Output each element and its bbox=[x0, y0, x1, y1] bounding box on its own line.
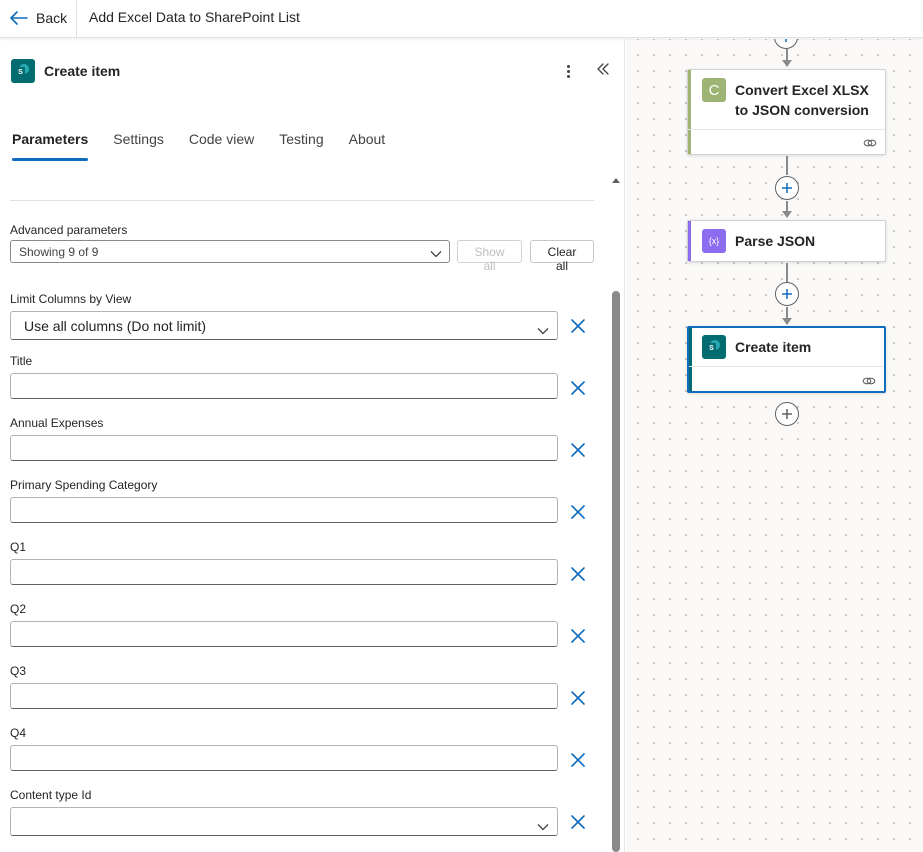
remove-parameter-icon[interactable] bbox=[570, 566, 586, 582]
parameters-scroll-area: Advanced parameters Showing 9 of 9 Show … bbox=[0, 166, 624, 852]
topbar-divider bbox=[76, 0, 77, 38]
panel-title: Create item bbox=[44, 63, 121, 79]
flow-title: Add Excel Data to SharePoint List bbox=[89, 9, 300, 25]
primary-spending-category-field[interactable] bbox=[10, 497, 558, 523]
tab-parameters[interactable]: Parameters bbox=[12, 131, 89, 161]
connector-arrow bbox=[782, 318, 792, 325]
tab-about[interactable]: About bbox=[349, 131, 386, 161]
advanced-parameters-dropdown[interactable]: Showing 9 of 9 bbox=[10, 240, 450, 263]
remove-parameter-icon[interactable] bbox=[570, 752, 586, 768]
field-label-content-type-id: Content type Id bbox=[10, 788, 92, 802]
q4-field[interactable] bbox=[10, 745, 558, 771]
field-label-q2: Q2 bbox=[10, 602, 27, 616]
tab-settings[interactable]: Settings bbox=[113, 131, 164, 161]
field-label-limit-columns: Limit Columns by View bbox=[10, 292, 132, 306]
tab-code-view[interactable]: Code view bbox=[189, 131, 254, 161]
advanced-parameters-value: Showing 9 of 9 bbox=[19, 245, 99, 259]
annual-expenses-field[interactable] bbox=[10, 435, 558, 461]
field-label-annual-expenses: Annual Expenses bbox=[10, 416, 104, 430]
remove-parameter-icon[interactable] bbox=[570, 690, 586, 706]
more-options-icon[interactable] bbox=[561, 61, 575, 81]
q2-field[interactable] bbox=[10, 621, 558, 647]
field-label-q4: Q4 bbox=[10, 726, 27, 740]
sharepoint-icon: S bbox=[11, 59, 35, 83]
connector-arrow bbox=[782, 211, 792, 218]
add-step-button[interactable] bbox=[775, 282, 799, 306]
chevron-down-icon bbox=[430, 247, 442, 261]
card-title: Create item bbox=[735, 339, 812, 355]
svg-text:S: S bbox=[709, 345, 714, 352]
card-footer bbox=[689, 366, 884, 393]
top-bar: Back Add Excel Data to SharePoint List bbox=[0, 0, 923, 38]
advanced-parameters-label: Advanced parameters bbox=[10, 223, 128, 237]
link-icon bbox=[862, 374, 876, 392]
remove-parameter-icon[interactable] bbox=[570, 442, 586, 458]
connector-line bbox=[786, 156, 788, 175]
collapse-panel-icon[interactable] bbox=[596, 62, 610, 81]
chevron-down-icon bbox=[537, 818, 549, 834]
panel-tabs: Parameters Settings Code view Testing Ab… bbox=[12, 131, 410, 161]
remove-parameter-icon[interactable] bbox=[570, 504, 586, 520]
link-icon bbox=[863, 136, 877, 154]
scrollbar[interactable] bbox=[612, 291, 620, 852]
card-title: Convert Excel XLSX to JSON conversion bbox=[735, 82, 869, 118]
remove-parameter-icon[interactable] bbox=[570, 628, 586, 644]
flow-designer-canvas[interactable]: C Convert Excel XLSX to JSON conversion … bbox=[626, 39, 923, 852]
arrow-left-icon bbox=[10, 11, 28, 25]
card-footer bbox=[688, 129, 885, 155]
action-card-parse-json[interactable]: {x} Parse JSON bbox=[687, 220, 886, 262]
connector-arrow bbox=[782, 60, 792, 67]
field-label-q1: Q1 bbox=[10, 540, 27, 554]
limit-columns-value: Use all columns (Do not limit) bbox=[24, 318, 207, 334]
back-label: Back bbox=[36, 10, 68, 26]
clear-all-button[interactable]: Clear all bbox=[530, 240, 594, 273]
action-card-convert-excel[interactable]: C Convert Excel XLSX to JSON conversion bbox=[687, 69, 886, 155]
field-label-primary-spending-category: Primary Spending Category bbox=[10, 478, 158, 492]
remove-parameter-icon[interactable] bbox=[570, 380, 586, 396]
q3-field[interactable] bbox=[10, 683, 558, 709]
tab-testing[interactable]: Testing bbox=[279, 131, 323, 161]
add-step-button[interactable] bbox=[774, 39, 798, 49]
card-accent-bar bbox=[688, 221, 691, 261]
add-step-button[interactable] bbox=[775, 402, 799, 426]
svg-text:S: S bbox=[18, 69, 23, 76]
panel-header: S Create item bbox=[11, 59, 615, 85]
limit-columns-dropdown[interactable]: Use all columns (Do not limit) bbox=[10, 311, 558, 340]
connector-line bbox=[786, 263, 788, 282]
scroll-up-icon[interactable] bbox=[611, 171, 621, 189]
back-button[interactable]: Back bbox=[10, 8, 67, 28]
field-label-title: Title bbox=[10, 354, 33, 368]
title-field[interactable] bbox=[10, 373, 558, 399]
action-card-create-item[interactable]: S Create item bbox=[687, 326, 886, 393]
field-label-q3: Q3 bbox=[10, 664, 27, 678]
sharepoint-icon: S bbox=[702, 335, 726, 359]
card-title: Parse JSON bbox=[735, 233, 816, 249]
chevron-down-icon bbox=[537, 322, 549, 338]
data-operation-icon: {x} bbox=[702, 229, 726, 253]
action-config-panel: S Create item Parameters Settings Code v… bbox=[0, 39, 625, 852]
q1-field[interactable] bbox=[10, 559, 558, 585]
remove-parameter-icon[interactable] bbox=[570, 814, 586, 830]
connector-c-icon: C bbox=[702, 78, 726, 102]
divider bbox=[10, 200, 594, 201]
content-type-id-dropdown[interactable] bbox=[10, 807, 558, 836]
remove-parameter-icon[interactable] bbox=[570, 318, 586, 334]
add-step-button[interactable] bbox=[775, 176, 799, 200]
show-all-button[interactable]: Show all bbox=[457, 240, 522, 273]
